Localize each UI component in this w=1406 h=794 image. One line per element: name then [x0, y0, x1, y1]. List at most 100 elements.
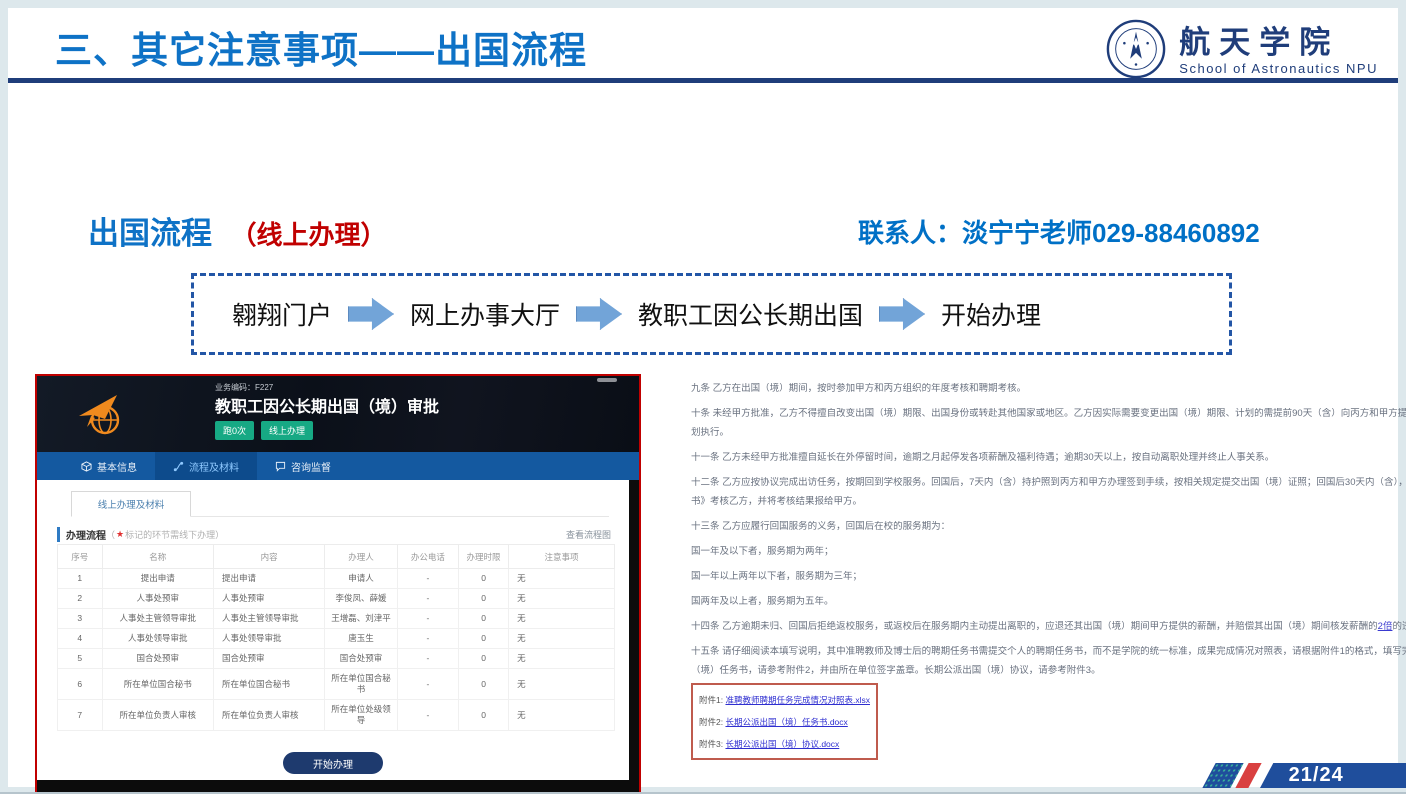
portal-nav: 基本信息 流程及材料 咨询监督: [37, 452, 639, 480]
arrow-right-icon: [879, 298, 925, 330]
table-cell: 无: [509, 649, 615, 669]
airplane-globe-icon: [77, 389, 127, 444]
portal-title: 教职工因公长期出国（境）审批: [215, 393, 439, 417]
table-header-cell: 办理人: [325, 545, 397, 569]
notice-line: 国一年以上两年以下者，服务期为三年；: [691, 571, 1406, 583]
table-cell: 5: [58, 649, 103, 669]
table-header-cell: 办理时限: [459, 545, 509, 569]
table-cell: -: [397, 669, 458, 700]
start-processing-button[interactable]: 开始办理: [283, 752, 383, 774]
table-header-cell: 注意事项: [509, 545, 615, 569]
process-note: 标记的环节需线下办理）: [125, 528, 224, 541]
process-section-label: 办理流程: [57, 527, 106, 542]
table-cell: 国合处预审: [102, 649, 213, 669]
portal-header: 业务编码：F227 教职工因公长期出国（境）审批 跑0次 线上办理: [37, 376, 639, 452]
tab-process-materials[interactable]: 流程及材料: [155, 452, 257, 480]
subtitle-note: （线上办理）: [230, 220, 386, 250]
flow-step-portal: 翱翔门户: [232, 296, 332, 332]
table-cell: 0: [459, 609, 509, 629]
table-cell: -: [397, 629, 458, 649]
notice-line: 十二条 乙方应按协议完成出访任务，按期回到学校服务。回国后，7天内（含）持护照到…: [691, 477, 1406, 489]
table-row: 2人事处预审人事处预审李俊凤、薛媛-0无: [58, 589, 615, 609]
table-cell: 所在单位处级领导: [325, 700, 397, 731]
notice-line: 国两年及以上者，服务期为五年。: [691, 596, 1406, 608]
table-cell: 人事处领导审批: [102, 629, 213, 649]
notice-line: 九条 乙方在出国（境）期间，按时参加甲方和丙方组织的年度考核和聘期考核。: [691, 383, 1406, 395]
attachment-link-taskbook[interactable]: 长期公派出国（境）任务书.docx: [725, 717, 847, 727]
table-cell: 2: [58, 589, 103, 609]
clause14-link[interactable]: 2倍: [1378, 621, 1393, 632]
view-flowchart-link[interactable]: 查看流程图: [566, 528, 611, 541]
table-cell: 所在单位国合秘书: [325, 669, 397, 700]
school-logo: 航天学院 School of Astronautics NPU: [1105, 18, 1378, 85]
table-cell: 3: [58, 609, 103, 629]
table-cell: 国合处预审: [325, 649, 397, 669]
table-cell: -: [397, 649, 458, 669]
attachment-link-agreement[interactable]: 长期公派出国（境）协议.docx: [725, 739, 839, 749]
table-cell: 所在单位国合秘书: [213, 669, 324, 700]
slide: 三、其它注意事项——出国流程 航天学院 School of Astronauti…: [0, 0, 1406, 794]
table-cell: -: [397, 569, 458, 589]
attachment-item: 附件1: 准聘教师聘期任务完成情况对照表.xlsx: [699, 694, 876, 706]
scrollbar-thumb[interactable]: [597, 378, 617, 382]
notice-line: （境）任务书，请参考附件2，并由所在单位签字盖章。长期公派出国（境）协议，请参考…: [691, 665, 1406, 677]
table-cell: -: [397, 700, 458, 731]
portal-screenshot: 业务编码：F227 教职工因公长期出国（境）审批 跑0次 线上办理 基本信息: [35, 374, 641, 794]
table-cell: 人事处预审: [102, 589, 213, 609]
table-cell: 李俊凤、薛媛: [325, 589, 397, 609]
table-cell: -: [397, 609, 458, 629]
table-header-cell: 名称: [102, 545, 213, 569]
table-cell: 6: [58, 669, 103, 700]
table-row: 7所在单位负责人审核所在单位负责人审核所在单位处级领导-0无: [58, 700, 615, 731]
table-header-cell: 序号: [58, 545, 103, 569]
process-table: 序号名称内容办理人办公电话办理时限注意事项 1提出申请提出申请申请人-0无2人事…: [57, 544, 615, 731]
arrow-right-icon: [576, 298, 622, 330]
chat-icon: [275, 461, 286, 472]
attachment-link-xlsx[interactable]: 准聘教师聘期任务完成情况对照表.xlsx: [725, 695, 870, 705]
table-cell: 人事处主管领导审批: [102, 609, 213, 629]
table-cell: 无: [509, 669, 615, 700]
table-row: 6所在单位国合秘书所在单位国合秘书所在单位国合秘书-0无: [58, 669, 615, 700]
table-cell: 提出申请: [102, 569, 213, 589]
table-row: 4人事处领导审批人事处领导审批唐玉生-0无: [58, 629, 615, 649]
table-cell: 0: [459, 569, 509, 589]
table-cell: 0: [459, 700, 509, 731]
table-header-cell: 内容: [213, 545, 324, 569]
notice-panel: 九条 乙方在出国（境）期间，按时参加甲方和丙方组织的年度考核和聘期考核。 十条 …: [691, 383, 1406, 690]
contact-info: 联系人：淡宁宁老师029-88460892: [858, 213, 1260, 250]
table-cell: 唐玉生: [325, 629, 397, 649]
notice-line: 划执行。: [691, 427, 1406, 439]
attachment-label: 附件3:: [699, 739, 723, 749]
tab-basic-info[interactable]: 基本信息: [63, 452, 155, 480]
table-cell: 无: [509, 609, 615, 629]
table-cell: 人事处预审: [213, 589, 324, 609]
attachment-item: 附件2: 长期公派出国（境）任务书.docx: [699, 716, 876, 728]
table-cell: 所在单位负责人审核: [213, 700, 324, 731]
table-cell: 无: [509, 700, 615, 731]
attachment-label: 附件2:: [699, 717, 723, 727]
table-cell: 0: [459, 669, 509, 700]
logo-en-text: School of Astronautics NPU: [1179, 61, 1378, 76]
slide-body: 出国流程 （线上办理） 联系人：淡宁宁老师029-88460892 翱翔门户 网…: [8, 83, 1398, 787]
section-subtitle: 出国流程: [88, 216, 212, 251]
table-cell: 所在单位国合秘书: [102, 669, 213, 700]
star-icon: ★: [116, 529, 124, 540]
flow-step-service: 教职工因公长期出国: [638, 296, 863, 332]
tab-consult-supervise[interactable]: 咨询监督: [257, 452, 349, 480]
table-cell: 申请人: [325, 569, 397, 589]
cube-icon: [81, 461, 92, 472]
page-number-badge: 21/24: [1209, 763, 1406, 788]
subtab-online-materials[interactable]: 线上办理及材料: [71, 491, 191, 517]
notice-line: 十一条 乙方未经甲方批准擅自延长在外停留时间，逾期之月起停发各项薪酬及福利待遇；…: [691, 452, 1406, 464]
table-row: 5国合处预审国合处预审国合处预审-0无: [58, 649, 615, 669]
notice-line: 国一年及以下者，服务期为两年；: [691, 546, 1406, 558]
notice-line: 书》考核乙方，并将考核结果报给甲方。: [691, 496, 1406, 508]
clause14-text: 的违约金。: [1392, 621, 1406, 632]
table-cell: 人事处主管领导审批: [213, 609, 324, 629]
table-cell: 0: [459, 589, 509, 609]
page-title: 三、其它注意事项——出国流程: [55, 20, 587, 74]
attachments-box: 附件1: 准聘教师聘期任务完成情况对照表.xlsx 附件2: 长期公派出国（境）…: [691, 683, 878, 760]
attachment-item: 附件3: 长期公派出国（境）协议.docx: [699, 738, 876, 750]
service-code: 业务编码：F227: [215, 382, 273, 393]
flow-step-hall: 网上办事大厅: [410, 296, 560, 332]
